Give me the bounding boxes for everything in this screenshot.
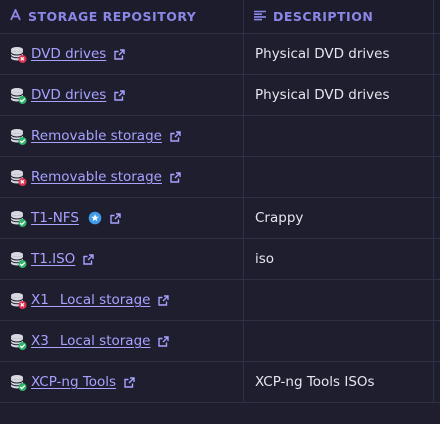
- table-row: X1 _Local storage: [0, 280, 440, 321]
- storage-connected-icon: [10, 128, 27, 145]
- column-header-label: DESCRIPTION: [273, 9, 374, 24]
- storage-repository-cell: DVD drives: [0, 75, 244, 115]
- storage-disconnected-icon: [10, 292, 27, 309]
- storage-connected-icon: [10, 251, 27, 268]
- external-link-icon[interactable]: [114, 48, 125, 60]
- storage-repository-cell: X1 _Local storage: [0, 280, 244, 320]
- external-link-icon[interactable]: [170, 171, 181, 183]
- description-cell: iso: [244, 239, 434, 279]
- storage-repository-link[interactable]: DVD drives: [31, 46, 106, 62]
- description-cell: [244, 321, 434, 361]
- storage-repository-link[interactable]: T1-NFS: [31, 210, 79, 226]
- storage-repository-cell: T1-NFS: [0, 198, 244, 238]
- description-cell: [244, 157, 434, 197]
- storage-connected-icon: [10, 333, 27, 350]
- external-link-icon[interactable]: [158, 335, 170, 347]
- external-link-icon[interactable]: [114, 89, 125, 101]
- external-link-icon[interactable]: [170, 130, 181, 142]
- table-body: DVD drives Physical DVD drives DVD drives P…: [0, 34, 440, 403]
- storage-repository-link[interactable]: XCP-ng Tools: [31, 374, 116, 390]
- storage-repository-table: STORAGE REPOSITORY DESCRIPTION DVD drive…: [0, 0, 440, 403]
- storage-repository-link[interactable]: X3 _Local storage: [31, 333, 150, 349]
- storage-repository-cell: T1.ISO: [0, 239, 244, 279]
- description-cell: [244, 280, 434, 320]
- table-row: X3 _Local storage: [0, 321, 440, 362]
- storage-connected-icon: [10, 210, 27, 227]
- external-link-icon[interactable]: [124, 376, 135, 388]
- external-link-icon[interactable]: [110, 212, 121, 224]
- description-cell: XCP-ng Tools ISOs: [244, 362, 434, 402]
- column-header-storage-repository[interactable]: STORAGE REPOSITORY: [0, 0, 244, 33]
- storage-repository-link[interactable]: T1.ISO: [31, 251, 75, 267]
- external-link-icon[interactable]: [83, 253, 95, 265]
- storage-repository-cell: Removable storage: [0, 157, 244, 197]
- align-left-icon: [254, 9, 266, 24]
- storage-repository-link[interactable]: Removable storage: [31, 169, 162, 185]
- column-header-label: STORAGE REPOSITORY: [28, 9, 197, 24]
- table-row: XCP-ng Tools XCP-ng Tools ISOs: [0, 362, 440, 403]
- storage-repository-cell: XCP-ng Tools: [0, 362, 244, 402]
- storage-repository-cell: DVD drives: [0, 34, 244, 74]
- default-sr-star-icon: [88, 211, 102, 225]
- description-cell: Physical DVD drives: [244, 75, 434, 115]
- table-row: Removable storage: [0, 116, 440, 157]
- storage-repository-cell: Removable storage: [0, 116, 244, 156]
- storage-disconnected-icon: [10, 46, 27, 63]
- storage-repository-link[interactable]: DVD drives: [31, 87, 106, 103]
- table-row: DVD drives Physical DVD drives: [0, 34, 440, 75]
- external-link-icon[interactable]: [158, 294, 170, 306]
- storage-disconnected-icon: [10, 169, 27, 186]
- column-header-description[interactable]: DESCRIPTION: [244, 0, 434, 33]
- table-row: DVD drives Physical DVD drives: [0, 75, 440, 116]
- storage-repository-link[interactable]: Removable storage: [31, 128, 162, 144]
- table-header: STORAGE REPOSITORY DESCRIPTION: [0, 0, 440, 34]
- storage-repository-link[interactable]: X1 _Local storage: [31, 292, 150, 308]
- description-cell: Crappy: [244, 198, 434, 238]
- storage-connected-icon: [10, 374, 27, 391]
- description-cell: Physical DVD drives: [244, 34, 434, 74]
- table-row: T1.ISO iso: [0, 239, 440, 280]
- storage-repository-cell: X3 _Local storage: [0, 321, 244, 361]
- table-row: T1-NFS Crappy: [0, 198, 440, 239]
- table-row: Removable storage: [0, 157, 440, 198]
- storage-connected-icon: [10, 87, 27, 104]
- sort-alpha-icon: [10, 7, 21, 24]
- description-cell: [244, 116, 434, 156]
